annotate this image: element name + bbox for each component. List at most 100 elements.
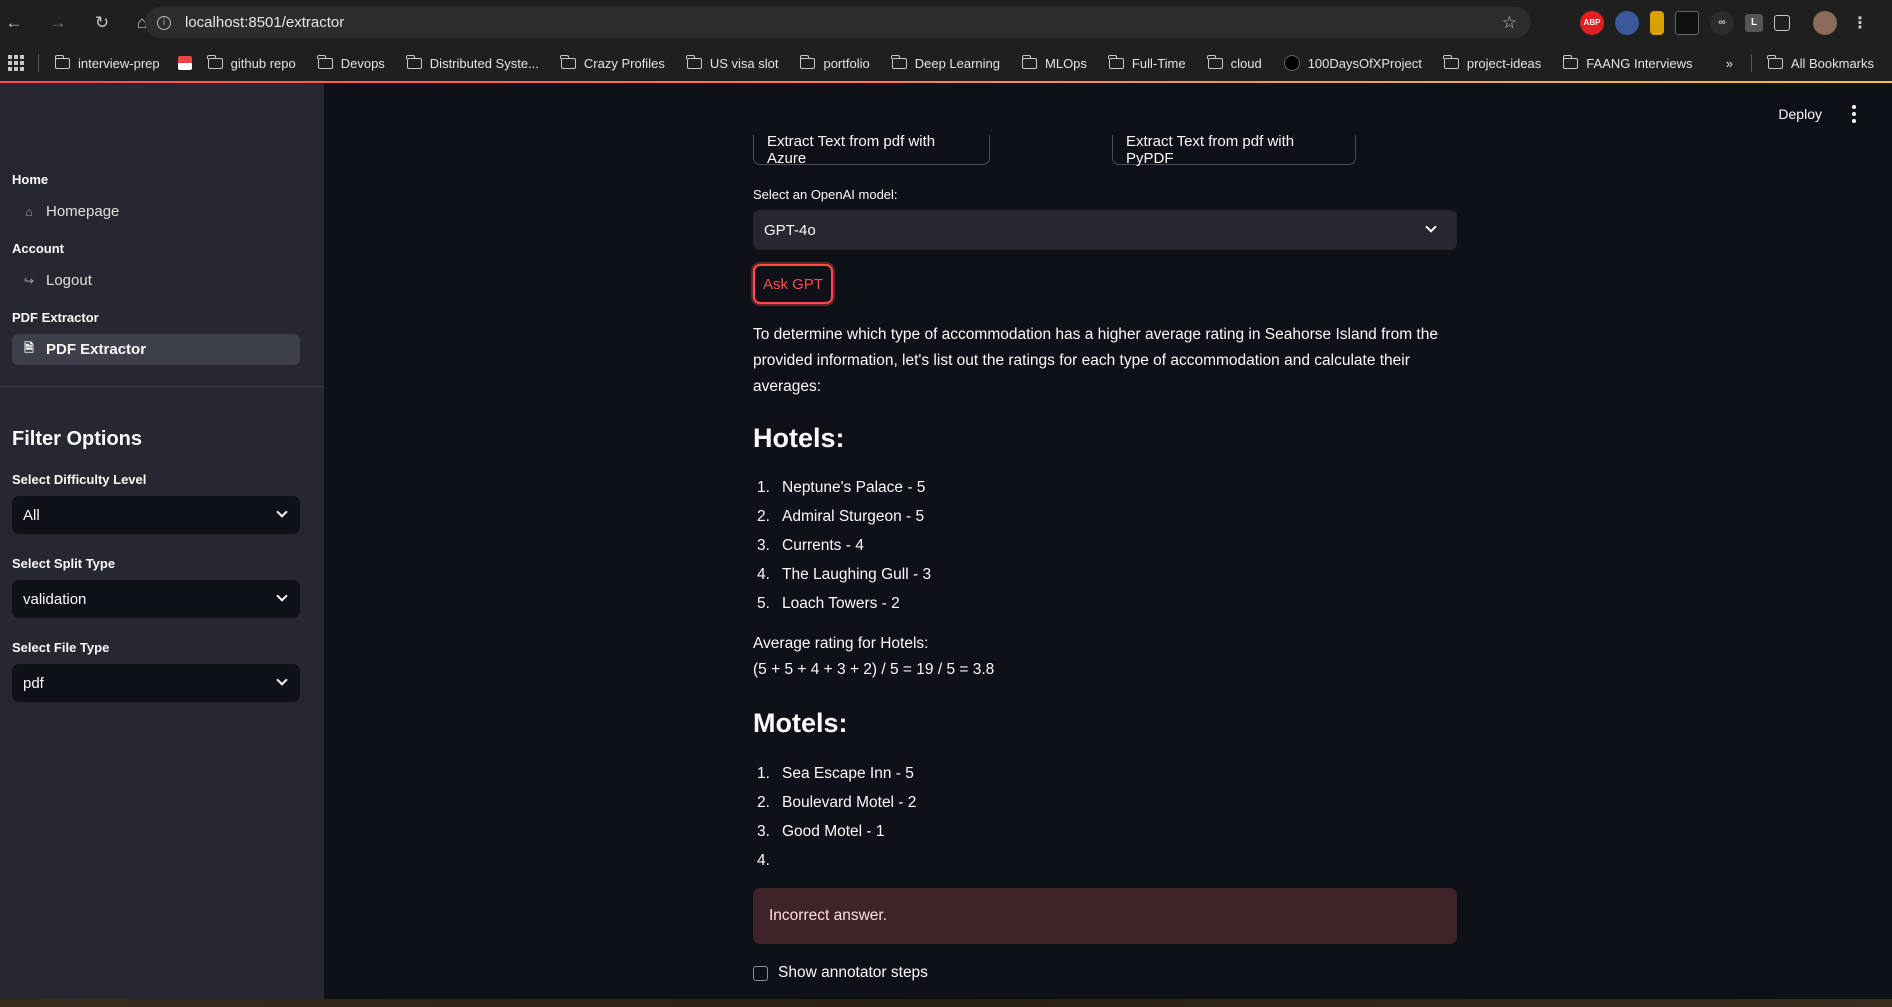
app-header: Deploy <box>1778 105 1892 123</box>
select-value: pdf <box>23 674 44 692</box>
bookmark-favicon[interactable] <box>172 56 198 70</box>
extract-pypdf-button[interactable]: Extract Text from pdf with PyPDF <box>1112 133 1356 167</box>
split-type-select[interactable]: validation <box>12 580 300 618</box>
model-select[interactable]: GPT-4o <box>753 210 1457 250</box>
list-item: 2. Boulevard Motel - 2 <box>753 788 1457 817</box>
filter-options-heading: Filter Options <box>12 428 142 450</box>
list-item: 3. Currents - 4 <box>753 531 1457 560</box>
browser-menu-icon[interactable]: ⋮ <box>1848 11 1872 35</box>
bookmark-us-visa-slot[interactable]: US visa slot <box>677 54 791 71</box>
bookmarks-separator <box>38 54 39 72</box>
nav-item-pdf-extractor[interactable]: 🗎 PDF Extractor <box>12 334 300 365</box>
chevron-down-icon <box>1425 221 1437 233</box>
list-text: Admiral Sturgeon - 5 <box>782 507 925 525</box>
file-type-label: Select File Type <box>12 640 110 655</box>
bookmark-github-repo[interactable]: github repo <box>198 54 308 71</box>
bookmark-interview-prep[interactable]: interview-prep <box>45 54 172 71</box>
extension-tools-icon[interactable]: ∞ <box>1710 10 1734 35</box>
nav-item-logout[interactable]: ↪ Logout <box>12 265 300 296</box>
all-bookmarks[interactable]: All Bookmarks <box>1758 54 1892 71</box>
bookmark-label: US visa slot <box>709 55 779 71</box>
bookmark-project-ideas[interactable]: project-ideas <box>1434 54 1553 71</box>
list-item: 1. Neptune's Palace - 5 <box>753 473 1457 502</box>
bookmark-portfolio[interactable]: portfolio <box>790 54 881 71</box>
bookmark-label: github repo <box>230 55 296 71</box>
folder-icon <box>686 54 702 69</box>
profile-avatar[interactable] <box>1813 10 1837 35</box>
folder-icon <box>1443 54 1459 69</box>
list-number: 4. <box>757 851 770 869</box>
bookmark-label: interview-prep <box>78 55 160 71</box>
extension-l-icon[interactable]: L <box>1745 13 1763 32</box>
document-icon: 🗎 <box>24 341 34 355</box>
url-text[interactable]: localhost:8501/extractor <box>185 14 344 31</box>
hotels-heading: Hotels: <box>753 423 845 453</box>
list-number: 1. <box>757 478 770 496</box>
forward-icon[interactable]: → <box>44 9 72 37</box>
bookmarks-overflow-button[interactable]: » <box>1714 56 1745 71</box>
bookmark-deep-learning[interactable]: Deep Learning <box>882 54 1012 71</box>
back-icon[interactable]: ← <box>0 9 28 37</box>
extension-lock-icon[interactable] <box>1650 10 1664 35</box>
nav-item-label: Logout <box>46 272 92 289</box>
bookmark-distributed-systems[interactable]: Distributed Syste... <box>397 54 551 71</box>
bookmark-label: MLOps <box>1045 55 1087 71</box>
bookmark-crazy-profiles[interactable]: Crazy Profiles <box>551 54 677 71</box>
ask-gpt-button[interactable]: Ask GPT <box>753 264 833 304</box>
list-text: Sea Escape Inn - 5 <box>782 764 914 782</box>
double-chevron-icon: » <box>1725 55 1733 71</box>
list-number: 1. <box>757 764 770 782</box>
error-alert: Incorrect answer. <box>753 888 1457 944</box>
bookmark-faang-interviews[interactable]: FAANG Interviews <box>1553 54 1704 71</box>
select-value: All <box>23 506 40 524</box>
file-type-select[interactable]: pdf <box>12 664 300 702</box>
chevron-down-icon <box>276 506 288 518</box>
nav-item-homepage[interactable]: ⌂ Homepage <box>12 196 300 227</box>
nav-item-label: PDF Extractor <box>46 341 147 358</box>
address-bar[interactable]: i localhost:8501/extractor ☆ <box>145 7 1531 38</box>
bookmark-full-time[interactable]: Full-Time <box>1099 54 1198 71</box>
annotator-steps-checkbox-row[interactable]: Show annotator steps <box>753 964 928 982</box>
extensions-area: ABP ∞ L ⋮ <box>1580 7 1892 38</box>
extensions-puzzle-icon[interactable] <box>1774 14 1790 31</box>
folder-icon <box>799 54 816 69</box>
select-value: validation <box>23 590 87 608</box>
list-text: Loach Towers - 2 <box>782 594 900 612</box>
bookmark-label: FAANG Interviews <box>1586 55 1693 71</box>
extract-azure-button[interactable]: Extract Text from pdf with Azure <box>753 133 990 167</box>
site-info-icon[interactable]: i <box>157 15 171 30</box>
apps-grid-icon[interactable] <box>8 55 24 71</box>
home-icon: ⌂ <box>25 204 33 219</box>
bookmark-star-icon[interactable]: ☆ <box>1502 13 1517 33</box>
main-menu-icon[interactable] <box>1852 105 1856 123</box>
reload-icon[interactable]: ↻ <box>88 9 116 37</box>
extension-s-icon[interactable] <box>1675 10 1699 35</box>
annotator-steps-checkbox[interactable] <box>753 965 768 981</box>
nav-section-account: Account <box>12 241 64 256</box>
logout-icon: ↪ <box>23 273 35 288</box>
folder-icon <box>317 54 333 69</box>
list-number: 2. <box>757 793 770 811</box>
bookmarks-separator <box>1750 54 1752 72</box>
list-text: Currents - 4 <box>782 536 864 554</box>
list-number: 3. <box>757 536 770 554</box>
bookmark-label: All Bookmarks <box>1790 55 1874 71</box>
flag-favicon-icon <box>177 56 192 70</box>
bookmark-label: Full-Time <box>1131 55 1186 71</box>
extension-shield-icon[interactable] <box>1615 10 1639 35</box>
list-item: 3. Good Motel - 1 <box>753 817 1457 846</box>
list-number: 4. <box>757 565 770 583</box>
bookmarks-bar: interview-prep github repo Devops Distri… <box>0 45 1892 81</box>
folder-icon <box>1767 54 1783 69</box>
bookmark-devops[interactable]: Devops <box>308 54 397 71</box>
bookmark-100daysofxproject[interactable]: 100DaysOfXProject <box>1274 55 1434 71</box>
difficulty-label: Select Difficulty Level <box>12 472 147 487</box>
bookmark-cloud[interactable]: cloud <box>1198 54 1274 71</box>
deploy-button[interactable]: Deploy <box>1778 106 1822 122</box>
bookmark-label: 100DaysOfXProject <box>1307 55 1422 71</box>
difficulty-select[interactable]: All <box>12 496 300 534</box>
answer-intro-text: To determine which type of accommodation… <box>753 326 1438 395</box>
adblock-extension-icon[interactable]: ABP <box>1580 10 1604 35</box>
nav-section-pdf-extractor: PDF Extractor <box>12 310 99 325</box>
bookmark-mlops[interactable]: MLOps <box>1012 54 1099 71</box>
